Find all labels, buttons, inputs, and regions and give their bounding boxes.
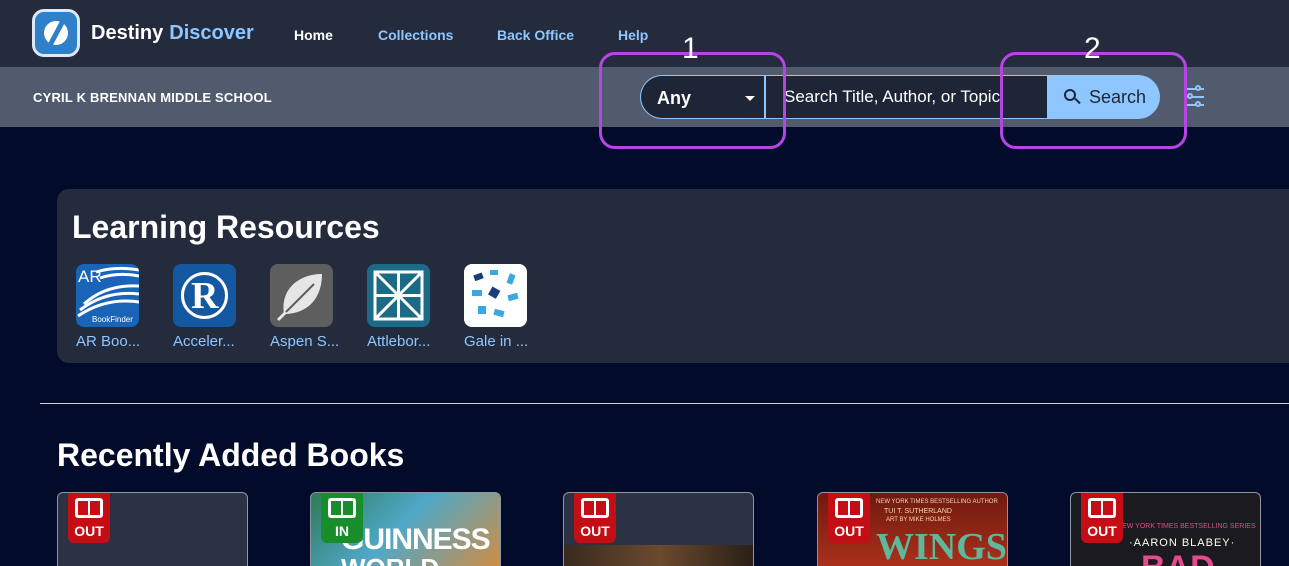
accelerated-tile-text: R <box>191 275 219 317</box>
filters-icon[interactable] <box>1184 85 1204 109</box>
book-card[interactable]: GUINNESS WORLD IN <box>310 492 501 566</box>
nav-home[interactable]: Home <box>294 27 333 43</box>
learning-resources-title: Learning Resources <box>72 209 380 245</box>
status-badge-out: OUT <box>68 493 110 543</box>
annotation-box-2 <box>1000 52 1187 149</box>
accelerated-reader-icon: R <box>173 264 236 327</box>
recently-added-title: Recently Added Books <box>57 437 405 473</box>
resource-accelerated-reader[interactable]: R Acceler... <box>171 264 251 354</box>
status-text: OUT <box>1087 523 1117 539</box>
resource-label: Attlebor... <box>367 333 431 350</box>
ar-bookfinder-icon: AR BookFinder <box>76 264 139 327</box>
annotation-box-1 <box>599 52 786 149</box>
status-text: OUT <box>74 523 104 539</box>
resource-label: Acceler... <box>173 333 235 350</box>
status-badge-out: OUT <box>828 493 870 543</box>
brand-discover: Discover <box>169 22 254 44</box>
brand-destiny: Destiny <box>91 22 164 44</box>
status-badge-out: OUT <box>574 493 616 543</box>
cover-title: WINGS <box>876 526 1007 566</box>
learning-resources-card: Learning Resources AR BookFinder AR Boo.… <box>57 189 1289 363</box>
nav-help[interactable]: Help <box>618 27 648 43</box>
brand-name[interactable]: Destiny Discover <box>91 22 254 45</box>
ar-tile-subtext: BookFinder <box>92 315 133 324</box>
status-text: OUT <box>580 523 610 539</box>
annotation-number-1: 1 <box>682 32 699 65</box>
school-name: CYRIL K BRENNAN MIDDLE SCHOOL <box>33 90 272 105</box>
book-card[interactable]: NEW YORK TIMES BESTSELLING SERIES ·AARON… <box>1070 492 1261 566</box>
nav-collections[interactable]: Collections <box>378 27 453 43</box>
resource-attleboro[interactable]: Attlebor... <box>365 264 445 354</box>
cover-title-2: WORLD <box>341 553 439 566</box>
resource-label: Aspen S... <box>270 333 340 350</box>
cover-tagline: NEW YORK TIMES BESTSELLING SERIES <box>1117 523 1256 530</box>
annotation-number-2: 2 <box>1084 32 1101 65</box>
resource-label: AR Boo... <box>76 333 141 350</box>
ar-tile-text: AR <box>78 267 102 286</box>
resource-label: Gale in ... <box>464 333 529 350</box>
cover-title: GUINNESS <box>341 523 491 556</box>
cover-author: ·AARON BLABEY· <box>1129 537 1236 549</box>
status-text: OUT <box>834 523 864 539</box>
status-text: IN <box>335 523 349 539</box>
book-card[interactable]: OUT <box>57 492 248 566</box>
resource-aspen[interactable]: Aspen S... <box>268 264 348 354</box>
resource-ar-bookfinder[interactable]: AR BookFinder AR Boo... <box>74 264 154 354</box>
attleboro-window-icon <box>367 264 430 327</box>
book-card[interactable]: OUT <box>563 492 754 566</box>
nav-back-office[interactable]: Back Office <box>497 27 574 43</box>
resource-gale[interactable]: Gale in ... <box>462 264 542 354</box>
status-badge-in: IN <box>321 493 363 543</box>
destiny-logo-icon[interactable] <box>32 9 80 57</box>
aspen-leaf-icon <box>270 264 333 327</box>
section-divider <box>40 403 1289 404</box>
book-card[interactable]: NEW YORK TIMES BESTSELLING AUTHOR TUI T.… <box>817 492 1008 566</box>
cover-art-credit: ART BY MIKE HOLMES <box>886 517 951 523</box>
status-badge-out: OUT <box>1081 493 1123 543</box>
cover-author: TUI T. SUTHERLAND <box>884 508 952 515</box>
cover-tagline: NEW YORK TIMES BESTSELLING AUTHOR <box>876 499 998 505</box>
gale-icon <box>464 264 527 327</box>
cover-title: BAD <box>1141 549 1215 566</box>
